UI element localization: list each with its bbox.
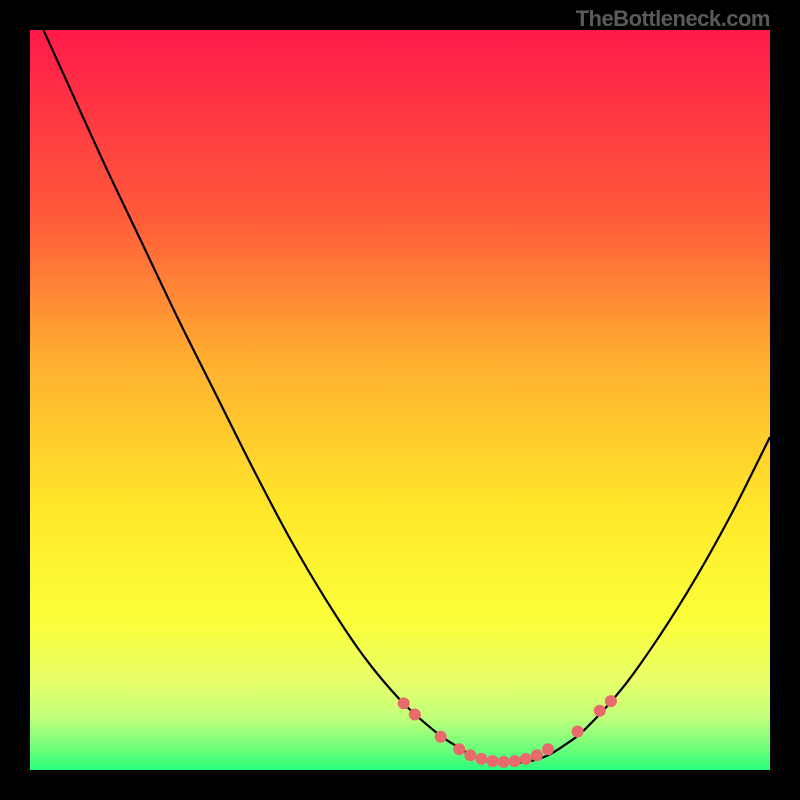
bottleneck-curve (30, 30, 770, 763)
highlight-dot (475, 753, 487, 765)
highlight-dot (409, 709, 421, 721)
highlight-dot (453, 743, 465, 755)
watermark-text: TheBottleneck.com (576, 6, 770, 32)
highlight-dot (487, 755, 499, 767)
highlight-dot (464, 749, 476, 761)
highlight-dot (435, 731, 447, 743)
plot-area (30, 30, 770, 770)
highlight-dot (531, 749, 543, 761)
highlight-dot (498, 756, 510, 768)
highlight-dot (520, 753, 532, 765)
chart-frame: TheBottleneck.com (0, 0, 800, 800)
highlight-dot (398, 697, 410, 709)
highlight-dot (542, 743, 554, 755)
highlight-dot (509, 755, 521, 767)
highlight-dot (605, 695, 617, 707)
highlight-dot (572, 726, 584, 738)
curve-layer (30, 30, 770, 770)
highlight-dot (594, 705, 606, 717)
